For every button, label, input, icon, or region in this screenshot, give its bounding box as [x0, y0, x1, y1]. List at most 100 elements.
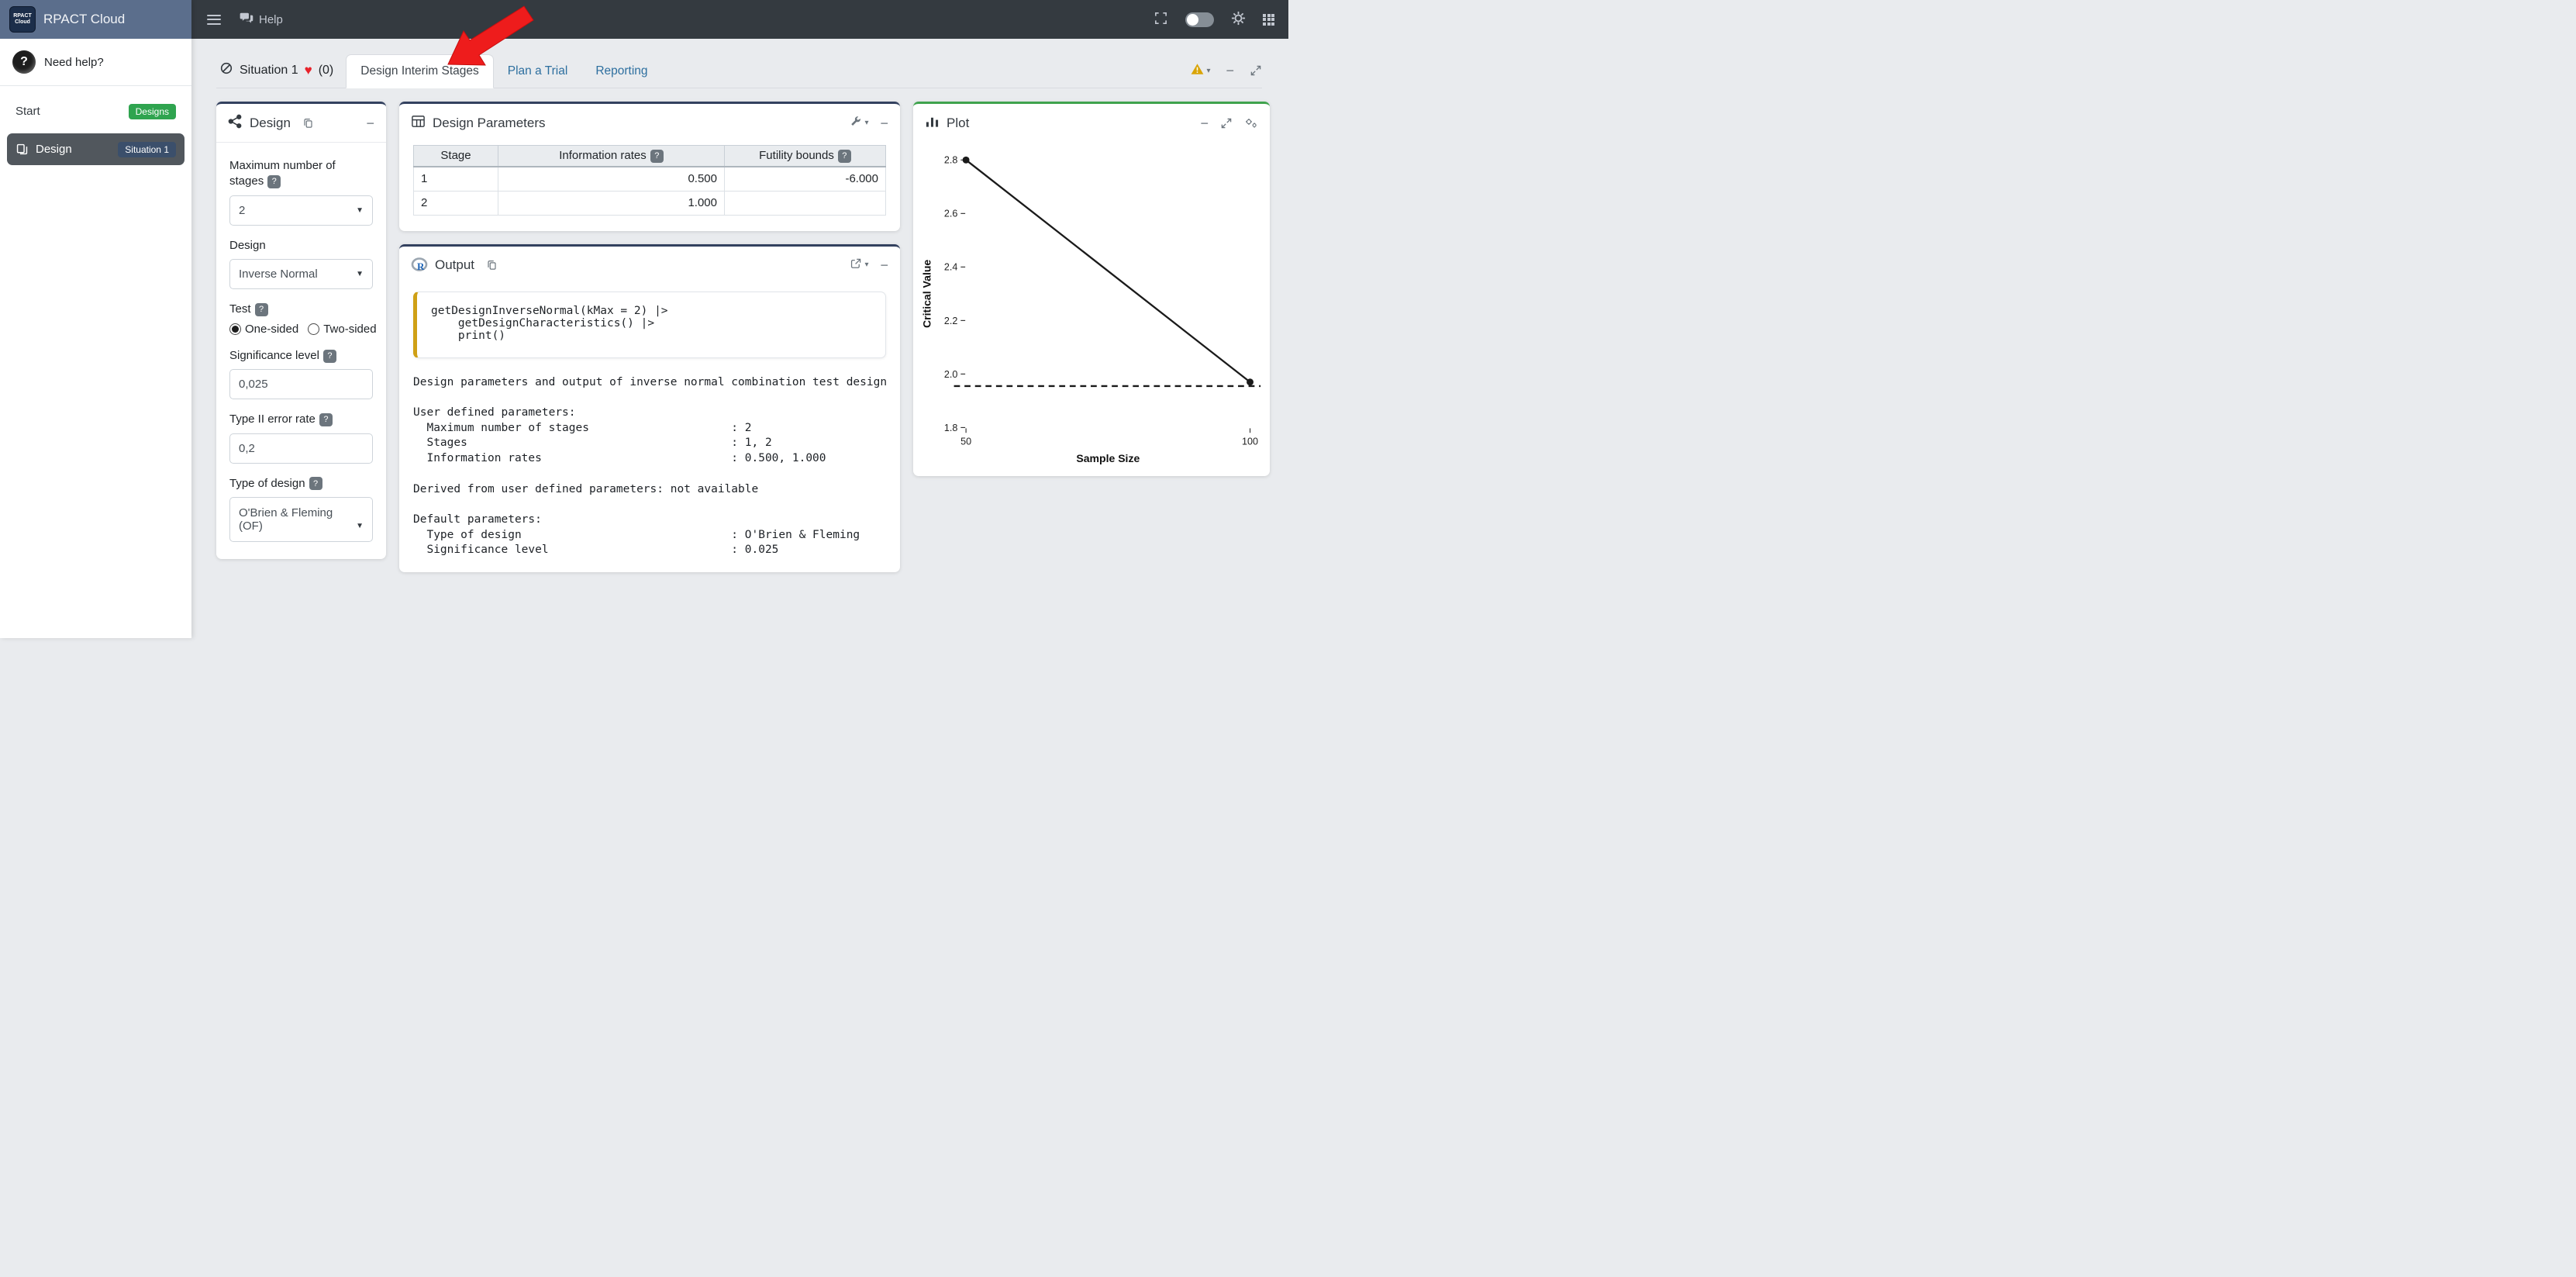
- plot-body: 1.82.02.22.42.62.850100Sample SizeCritic…: [913, 142, 1270, 476]
- help-badge[interactable]: ?: [255, 303, 268, 316]
- information-rate-cell[interactable]: 0.500: [498, 167, 725, 192]
- help-badge[interactable]: ?: [650, 150, 664, 163]
- plot-settings-icon[interactable]: [1244, 117, 1258, 129]
- sidebar-item-design[interactable]: Design Situation 1: [7, 133, 184, 165]
- sidebar: RPACT Cloud RPACT Cloud ? Need help? Sta…: [0, 0, 191, 638]
- output-body: getDesignInverseNormal(kMax = 2) |> getD…: [399, 284, 900, 573]
- heart-count: (0): [319, 64, 334, 78]
- need-help-link[interactable]: ? Need help?: [0, 39, 191, 86]
- help-badge[interactable]: ?: [267, 175, 281, 188]
- stage-cell: 2: [414, 191, 498, 215]
- fullscreen-icon[interactable]: [1154, 11, 1168, 29]
- wrench-icon: [850, 116, 862, 131]
- tab-bar: Situation 1 ♥ (0) Design Interim Stages …: [216, 54, 1262, 88]
- tab-reporting[interactable]: Reporting: [581, 55, 661, 88]
- output-card: R Output: [399, 244, 900, 573]
- topbar: Help: [191, 0, 1288, 39]
- main-area: Help: [191, 0, 1288, 638]
- copy-output-button[interactable]: [486, 259, 498, 271]
- export-dropdown[interactable]: ▾: [850, 257, 868, 273]
- type-of-design-select[interactable]: O'Brien & Fleming (OF)▼: [229, 497, 373, 542]
- output-card-title: Output: [435, 257, 474, 273]
- radio-two-sided[interactable]: Two-sided: [308, 323, 376, 336]
- chat-bubbles-icon: [240, 11, 253, 28]
- stage-column-header: Stage: [414, 146, 498, 167]
- sidebar-item-start[interactable]: Start Designs: [7, 95, 184, 127]
- logo-text-top: RPACT: [13, 13, 32, 19]
- chevron-down-icon: ▾: [1206, 67, 1210, 75]
- svg-text:50: 50: [960, 437, 971, 447]
- svg-text:Sample Size: Sample Size: [1076, 452, 1140, 464]
- design-layers-icon: [16, 143, 29, 156]
- collapse-design-button[interactable]: −: [366, 119, 374, 127]
- collapse-output-button[interactable]: −: [880, 261, 888, 269]
- help-menu[interactable]: Help: [240, 11, 283, 28]
- radio-unselected-icon: [308, 323, 319, 335]
- information-rates-column-header: Information rates?: [498, 146, 725, 167]
- svg-text:R: R: [417, 261, 425, 272]
- futility-bound-cell[interactable]: -6.000: [725, 167, 886, 192]
- chevron-down-icon: ▾: [864, 261, 868, 269]
- r-code-block[interactable]: getDesignInverseNormal(kMax = 2) |> getD…: [413, 292, 886, 358]
- question-mark-icon: ?: [12, 50, 36, 74]
- plot-card-title: Plot: [947, 116, 969, 131]
- design-parameters-card: Design Parameters ▾ −: [399, 102, 900, 231]
- radio-one-sided[interactable]: One-sided: [229, 323, 298, 336]
- plot-card: Plot −: [913, 102, 1270, 476]
- collapse-all-button[interactable]: −: [1226, 67, 1234, 74]
- svg-text:100: 100: [1242, 437, 1258, 447]
- futility-bound-cell[interactable]: [725, 191, 886, 215]
- max-stages-label: Maximum number of stages?: [229, 158, 373, 190]
- design-select[interactable]: Inverse Normal▼: [229, 259, 373, 289]
- help-badge[interactable]: ?: [838, 150, 851, 163]
- design-card-title: Design: [250, 116, 291, 131]
- help-badge[interactable]: ?: [323, 350, 336, 363]
- collapse-parameters-button[interactable]: −: [880, 119, 888, 127]
- app-title: RPACT Cloud: [43, 12, 125, 27]
- tab-design-interim-stages[interactable]: Design Interim Stages: [346, 54, 494, 88]
- sidebar-toggle-icon[interactable]: [205, 12, 222, 28]
- information-rate-cell[interactable]: 1.000: [498, 191, 725, 215]
- max-stages-select[interactable]: 2▼: [229, 195, 373, 226]
- heart-icon[interactable]: ♥: [305, 63, 312, 78]
- brand-header[interactable]: RPACT Cloud RPACT Cloud: [0, 0, 191, 39]
- tab-plan-a-trial[interactable]: Plan a Trial: [494, 55, 582, 88]
- empty-set-icon: [219, 61, 233, 79]
- collapse-plot-button[interactable]: −: [1200, 119, 1209, 127]
- tools-dropdown[interactable]: ▾: [850, 116, 868, 131]
- svg-text:1.8: 1.8: [944, 423, 958, 433]
- design-card-header: Design −: [216, 104, 386, 143]
- table-header-row: Stage Information rates? Futility bounds…: [414, 146, 886, 167]
- settings-gear-icon[interactable]: [1231, 11, 1246, 29]
- r-logo-icon: R: [411, 257, 428, 274]
- expand-all-button[interactable]: [1250, 64, 1262, 77]
- type2-error-label: Type II error rate?: [229, 412, 373, 427]
- svg-text:2.0: 2.0: [944, 369, 958, 380]
- content-area: Situation 1 ♥ (0) Design Interim Stages …: [191, 39, 1288, 638]
- table-row: 1 0.500 -6.000: [414, 167, 886, 192]
- copy-design-button[interactable]: [302, 117, 314, 129]
- design-form: Maximum number of stages? 2▼ Design Inve…: [216, 143, 386, 559]
- svg-text:2.6: 2.6: [944, 209, 958, 219]
- output-card-header: R Output: [399, 247, 900, 284]
- significance-input[interactable]: 0,025: [229, 369, 373, 399]
- need-help-label: Need help?: [44, 56, 104, 69]
- design-card: Design − Maximum number of stages?: [216, 102, 386, 559]
- r-console-output: Design parameters and output of inverse …: [413, 375, 886, 559]
- chevron-down-icon: ▼: [356, 206, 364, 215]
- sidebar-item-label: Start: [16, 105, 40, 118]
- apps-grid-icon[interactable]: [1263, 14, 1274, 26]
- type2-error-input[interactable]: 0,2: [229, 433, 373, 464]
- tab-bar-actions: ▾ −: [1191, 63, 1262, 88]
- topbar-right: [1154, 11, 1274, 29]
- svg-text:2.4: 2.4: [944, 262, 958, 273]
- plot-svg[interactable]: 1.82.02.22.42.62.850100Sample SizeCritic…: [919, 143, 1264, 468]
- situation-label: Situation 1: [240, 64, 298, 78]
- expand-plot-button[interactable]: [1220, 117, 1233, 129]
- sidebar-nav: Start Designs Design Situation 1: [0, 86, 191, 174]
- svg-text:Critical Value: Critical Value: [921, 260, 933, 328]
- help-badge[interactable]: ?: [319, 413, 333, 426]
- help-badge[interactable]: ?: [309, 477, 322, 490]
- warnings-dropdown[interactable]: ▾: [1191, 63, 1210, 78]
- dark-mode-toggle[interactable]: [1185, 12, 1214, 27]
